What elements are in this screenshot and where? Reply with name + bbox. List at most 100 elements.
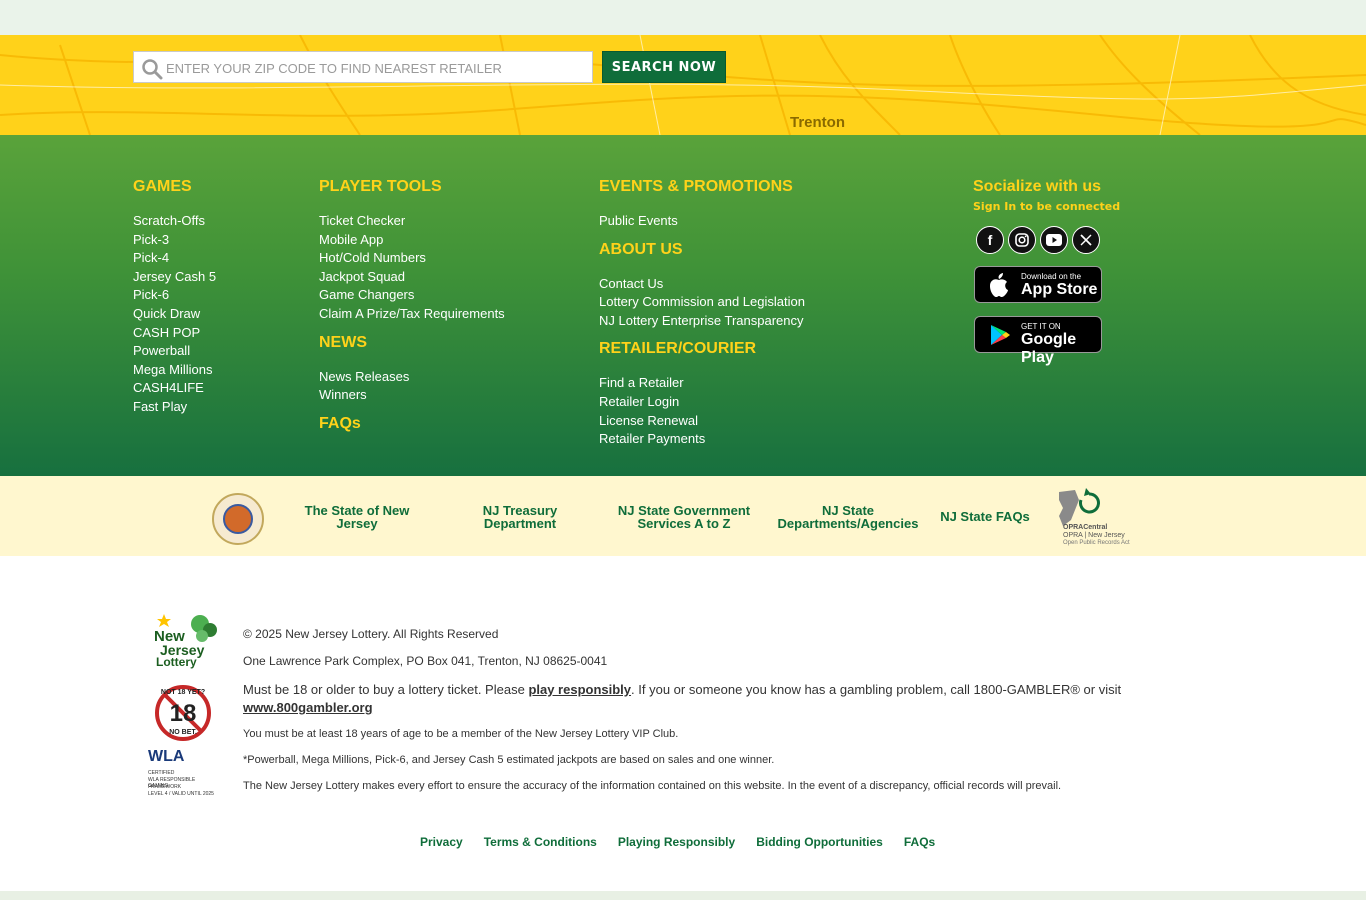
age-notice: Must be 18 or older to buy a lottery tic… (243, 681, 1143, 717)
games-column: GAMES Scratch-Offs Pick-3 Pick-4 Jersey Cas… (133, 178, 216, 417)
player-tools-link[interactable]: Hot/Cold Numbers (319, 249, 505, 268)
800gambler-link[interactable]: www.800gambler.org (243, 700, 373, 715)
games-heading[interactable]: GAMES (133, 178, 216, 196)
age-logo-top: NOT 18 YET? (160, 689, 206, 696)
sign-in-link[interactable]: Sign In to be connected (973, 200, 1120, 213)
play-responsibly-link[interactable]: play responsibly (528, 682, 631, 697)
about-link[interactable]: Contact Us (599, 275, 805, 294)
retailer-heading[interactable]: RETAILER/COURIER (599, 340, 805, 358)
top-strip (0, 0, 1366, 35)
opra-line1: OPRACentral (1063, 524, 1108, 531)
app-store-badge[interactable]: Download on the App Store (974, 266, 1102, 303)
address: One Lawrence Park Complex, PO Box 041, T… (243, 654, 608, 668)
footer-nav: GAMES Scratch-Offs Pick-3 Pick-4 Jersey Cas… (0, 135, 1366, 476)
games-link[interactable]: Fast Play (133, 398, 216, 417)
gov-link-departments[interactable]: NJ State Departments/Agencies (776, 504, 920, 530)
map-background (0, 35, 1366, 135)
opra-logo[interactable]: OPRACentral OPRA | New Jersey Open Publi… (1053, 486, 1135, 548)
not-18-yet-logo: NOT 18 YET? 18 NO BET. (154, 684, 212, 742)
games-link[interactable]: Pick-4 (133, 249, 216, 268)
map-city-label: Trenton (790, 114, 845, 131)
accuracy-note: The New Jersey Lottery makes every effor… (243, 780, 1062, 792)
google-play-icon (991, 325, 1010, 345)
wla-certified-logo: WLA CERTIFIED WLA RESPONSIBLE GAMING FRA… (148, 748, 216, 802)
social-icons: f (976, 226, 1100, 254)
apple-icon (990, 273, 1008, 297)
wla-logo-line3: FRAMEWORK (148, 784, 182, 790)
bottom-strip (0, 891, 1366, 900)
social-title: Socialize with us (973, 178, 1102, 195)
zip-search-field[interactable] (133, 51, 593, 83)
retailer-map-band: Trenton (0, 35, 1366, 135)
zip-search-input[interactable] (166, 58, 586, 78)
terms-link[interactable]: Terms & Conditions (484, 835, 597, 849)
footer-faqs-link[interactable]: FAQs (904, 835, 935, 849)
news-link[interactable]: News Releases (319, 368, 505, 387)
player-tools-link[interactable]: Ticket Checker (319, 212, 505, 231)
gov-link-faqs[interactable]: NJ State FAQs (936, 510, 1034, 523)
search-icon (142, 59, 163, 80)
facebook-icon[interactable]: f (976, 226, 1004, 254)
gov-link-treasury[interactable]: NJ Treasury Department (466, 504, 574, 530)
age-logo-number: 18 (169, 700, 197, 727)
retailer-link[interactable]: License Renewal (599, 412, 805, 431)
x-icon[interactable] (1072, 226, 1100, 254)
retailer-link[interactable]: Retailer Payments (599, 430, 805, 449)
copyright: © 2025 New Jersey Lottery. All Rights Re… (243, 627, 499, 641)
privacy-link[interactable]: Privacy (420, 835, 463, 849)
nj-lottery-logo[interactable]: New Jersey Lottery (148, 606, 218, 669)
games-link[interactable]: Mega Millions (133, 361, 216, 380)
youtube-icon[interactable] (1040, 226, 1068, 254)
lottery-logo-word-3: Lottery (156, 655, 197, 669)
instagram-icon[interactable] (1008, 226, 1036, 254)
retailer-link[interactable]: Retailer Login (599, 393, 805, 412)
app-store-big: App Store (1021, 281, 1098, 298)
playing-responsibly-link[interactable]: Playing Responsibly (618, 835, 735, 849)
player-tools-link[interactable]: Mobile App (319, 231, 505, 250)
games-link[interactable]: Pick-3 (133, 231, 216, 250)
player-tools-link[interactable]: Jackpot Squad (319, 268, 505, 287)
games-link[interactable]: Pick-6 (133, 286, 216, 305)
events-column: EVENTS & PROMOTIONS Public Events ABOUT … (599, 178, 805, 449)
age-notice-part2: . If you or someone you know has a gambl… (631, 682, 1122, 697)
app-store-small: Download on the (1021, 272, 1082, 281)
jackpot-note: *Powerball, Mega Millions, Pick-6, and J… (243, 754, 775, 766)
social-section: Socialize with us Sign In to be connecte… (973, 178, 1120, 366)
google-play-badge[interactable]: GET IT ON Google Play (974, 316, 1102, 366)
news-heading[interactable]: NEWS (319, 334, 505, 352)
opra-line3: Open Public Records Act (1063, 540, 1130, 546)
age-notice-part1: Must be 18 or older to buy a lottery tic… (243, 682, 529, 697)
retailer-link[interactable]: Find a Retailer (599, 374, 805, 393)
about-link[interactable]: NJ Lottery Enterprise Transparency (599, 312, 805, 331)
wla-logo-line1: CERTIFIED (148, 770, 175, 776)
bidding-link[interactable]: Bidding Opportunities (756, 835, 883, 849)
games-link[interactable]: CASH4LIFE (133, 379, 216, 398)
games-link[interactable]: Quick Draw (133, 305, 216, 324)
events-link[interactable]: Public Events (599, 212, 805, 231)
player-tools-column: PLAYER TOOLS Ticket Checker Mobile App Hot… (319, 178, 505, 449)
nj-state-seal[interactable] (212, 493, 264, 545)
player-tools-link[interactable]: Claim A Prize/Tax Requirements (319, 305, 505, 324)
about-link[interactable]: Lottery Commission and Legislation (599, 293, 805, 312)
news-link[interactable]: Winners (319, 386, 505, 405)
about-heading[interactable]: ABOUT US (599, 241, 805, 259)
wla-logo-line4: LEVEL 4 / VALID UNTIL 2025 (148, 791, 214, 797)
google-play-small: GET IT ON (1021, 322, 1061, 331)
games-link[interactable]: Scratch-Offs (133, 212, 216, 231)
games-link[interactable]: CASH POP (133, 324, 216, 343)
vip-notice: You must be at least 18 years of age to … (243, 728, 679, 740)
opra-line2: OPRA | New Jersey (1063, 532, 1125, 539)
wla-logo-name: WLA (148, 748, 185, 765)
player-tools-link[interactable]: Game Changers (319, 286, 505, 305)
gov-link-services[interactable]: NJ State Government Services A to Z (614, 504, 754, 530)
events-heading[interactable]: EVENTS & PROMOTIONS (599, 178, 805, 196)
games-link[interactable]: Powerball (133, 342, 216, 361)
bottom-links: Privacy Terms & Conditions Playing Respo… (420, 835, 935, 849)
gov-link-state-nj[interactable]: The State of New Jersey (300, 504, 414, 530)
player-tools-heading[interactable]: PLAYER TOOLS (319, 178, 505, 196)
games-link[interactable]: Jersey Cash 5 (133, 268, 216, 287)
age-logo-bottom: NO BET. (169, 729, 197, 736)
faqs-heading[interactable]: FAQs (319, 415, 505, 433)
google-play-big: Google Play (1021, 331, 1077, 366)
search-now-button[interactable]: SEARCH NOW (602, 51, 726, 83)
